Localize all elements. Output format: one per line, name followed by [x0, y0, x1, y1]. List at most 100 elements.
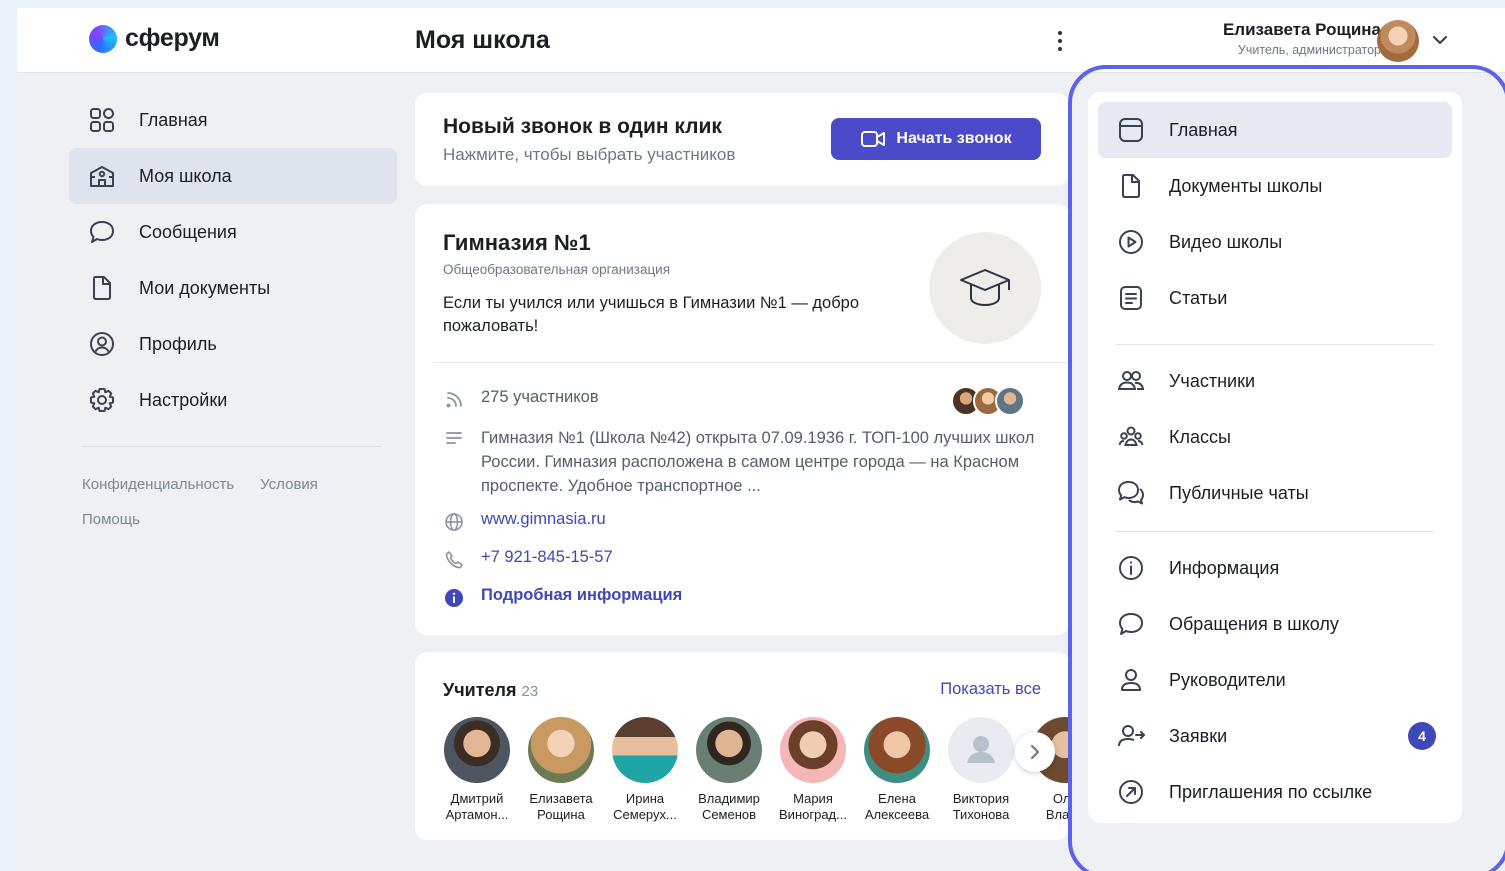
teacher-last-name: Артамон... [445, 807, 509, 822]
teacher-item[interactable]: Владимир Семенов [687, 717, 771, 823]
sidebar-item-settings[interactable]: Настройки [69, 372, 397, 428]
members-row[interactable]: 275 участников [443, 388, 599, 411]
new-call-card: Новый звонок в один клик Нажмите, чтобы … [415, 93, 1069, 186]
teacher-item[interactable]: Виктория Тихонова [939, 717, 1023, 823]
about-row: Гимназия №1 (Школа №42) открыта 07.09.19… [443, 426, 1041, 498]
left-sidebar: Главная Моя школа Сообщения Мои документ… [69, 92, 397, 537]
school-type: Общеобразовательная организация [443, 262, 671, 277]
teachers-title: Учителя 23 [443, 680, 538, 701]
school-icon [90, 166, 114, 187]
teacher-avatar [780, 717, 846, 783]
menu-item-school-documents[interactable]: Документы школы [1098, 158, 1452, 214]
divider [1116, 344, 1434, 345]
sidebar-item-label: Сообщения [139, 221, 237, 242]
graduation-cap-icon [960, 269, 1010, 306]
teachers-card: Учителя 23 Показать все Дмитрий Артамон...… [415, 652, 1069, 840]
website-link[interactable]: www.gimnasia.ru [481, 510, 606, 529]
user-info[interactable]: Елизавета Рощина Учитель, администратор [1223, 20, 1381, 57]
menu-item-home[interactable]: Главная [1098, 102, 1452, 158]
menu-item-classes[interactable]: Классы [1098, 409, 1452, 465]
teacher-first-name: Дмитрий [450, 791, 504, 806]
window-icon [1119, 118, 1143, 142]
menu-item-heads[interactable]: Руководители [1098, 652, 1452, 708]
more-options-icon[interactable] [1053, 28, 1067, 54]
menu-item-label: Заявки [1169, 725, 1228, 746]
terms-link[interactable]: Условия [260, 476, 318, 493]
teacher-last-name: Виноград... [779, 807, 847, 822]
start-call-button[interactable]: Начать звонок [831, 118, 1041, 160]
logo-icon [89, 24, 117, 53]
teacher-avatar [696, 717, 762, 783]
phone-row[interactable]: +7 921-845-15-57 [443, 548, 613, 571]
teacher-avatar [948, 717, 1014, 783]
teacher-last-name: Семенов [701, 807, 757, 822]
grid-icon [90, 108, 114, 132]
chevron-right-icon [1030, 744, 1040, 760]
group-icon [1118, 426, 1144, 446]
sidebar-item-my-school[interactable]: Моя школа [69, 148, 397, 204]
phone-icon [445, 551, 463, 569]
menu-item-public-chats[interactable]: Публичные чаты [1098, 465, 1452, 521]
school-name: Гимназия №1 [443, 230, 591, 255]
teacher-first-name: Оль [1052, 791, 1069, 806]
teacher-last-name: Рощина [537, 807, 585, 822]
rss-icon [446, 392, 462, 408]
teacher-item[interactable]: Дмитрий Артамон... [435, 717, 519, 823]
sidebar-item-label: Моя школа [139, 165, 232, 186]
menu-item-invite-links[interactable]: Приглашения по ссылке [1098, 764, 1452, 820]
school-card: Гимназия №1 Общеобразовательная организа… [415, 204, 1069, 635]
help-link[interactable]: Помощь [82, 511, 140, 528]
next-teachers-button[interactable] [1015, 732, 1055, 772]
teacher-item[interactable]: Елизавета Рощина [519, 717, 603, 823]
menu-item-requests[interactable]: Заявки 4 [1098, 708, 1452, 764]
chats-icon [1118, 481, 1144, 505]
teacher-item[interactable]: Елена Алексеева [855, 717, 939, 823]
sidebar-item-home[interactable]: Главная [69, 92, 397, 148]
more-info-link[interactable]: Подробная информация [481, 586, 682, 605]
text-lines-icon [446, 432, 462, 444]
members-count: 275 участников [481, 388, 599, 406]
sidebar-item-documents[interactable]: Мои документы [69, 260, 397, 316]
teacher-first-name: Ирина [625, 791, 665, 806]
chevron-down-icon[interactable] [1431, 34, 1449, 46]
sidebar-item-messages[interactable]: Сообщения [69, 204, 397, 260]
teacher-last-name: Тихонова [952, 807, 1010, 822]
menu-item-members[interactable]: Участники [1098, 353, 1452, 409]
phone-link[interactable]: +7 921-845-15-57 [481, 548, 613, 567]
members-avatars[interactable] [951, 386, 1025, 416]
logo-text: сферум [125, 24, 220, 52]
menu-item-information[interactable]: Информация [1098, 540, 1452, 596]
article-icon [1120, 286, 1142, 310]
menu-item-articles[interactable]: Статьи [1098, 270, 1452, 326]
menu-item-label: Приглашения по ссылке [1169, 781, 1373, 802]
avatar[interactable] [1377, 20, 1419, 62]
menu-item-school-videos[interactable]: Видео школы [1098, 214, 1452, 270]
teacher-item[interactable]: Мария Виноград... [771, 717, 855, 823]
user-add-icon [1118, 725, 1145, 747]
info-filled-icon [445, 589, 463, 607]
more-info-row[interactable]: Подробная информация [443, 586, 682, 609]
teacher-last-name: Семерух... [613, 807, 677, 822]
logo[interactable]: сферум [89, 24, 220, 53]
menu-item-label: Руководители [1169, 669, 1286, 690]
privacy-link[interactable]: Конфиденциальность [82, 476, 234, 493]
divider [81, 446, 381, 447]
school-menu-panel: Главная Документы школы Видео школы Стат… [1088, 92, 1462, 823]
menu-item-school-appeals[interactable]: Обращения в школу [1098, 596, 1452, 652]
menu-item-label: Документы школы [1169, 175, 1323, 196]
sidebar-item-label: Профиль [139, 333, 217, 354]
users-icon [1117, 371, 1145, 390]
teacher-avatar [528, 717, 594, 783]
teacher-avatar [444, 717, 510, 783]
teacher-item[interactable]: Ирина Семерух... [603, 717, 687, 823]
menu-item-label: Главная [1169, 119, 1238, 140]
document-icon [1122, 174, 1140, 198]
teacher-last-name: Алексеева [864, 807, 930, 822]
menu-item-label: Видео школы [1169, 231, 1283, 252]
show-all-link[interactable]: Показать все [940, 680, 1041, 699]
person-icon [1121, 669, 1141, 691]
website-row[interactable]: www.gimnasia.ru [443, 510, 606, 533]
sidebar-item-profile[interactable]: Профиль [69, 316, 397, 372]
info-icon [1119, 556, 1143, 580]
message-icon [1119, 613, 1143, 635]
